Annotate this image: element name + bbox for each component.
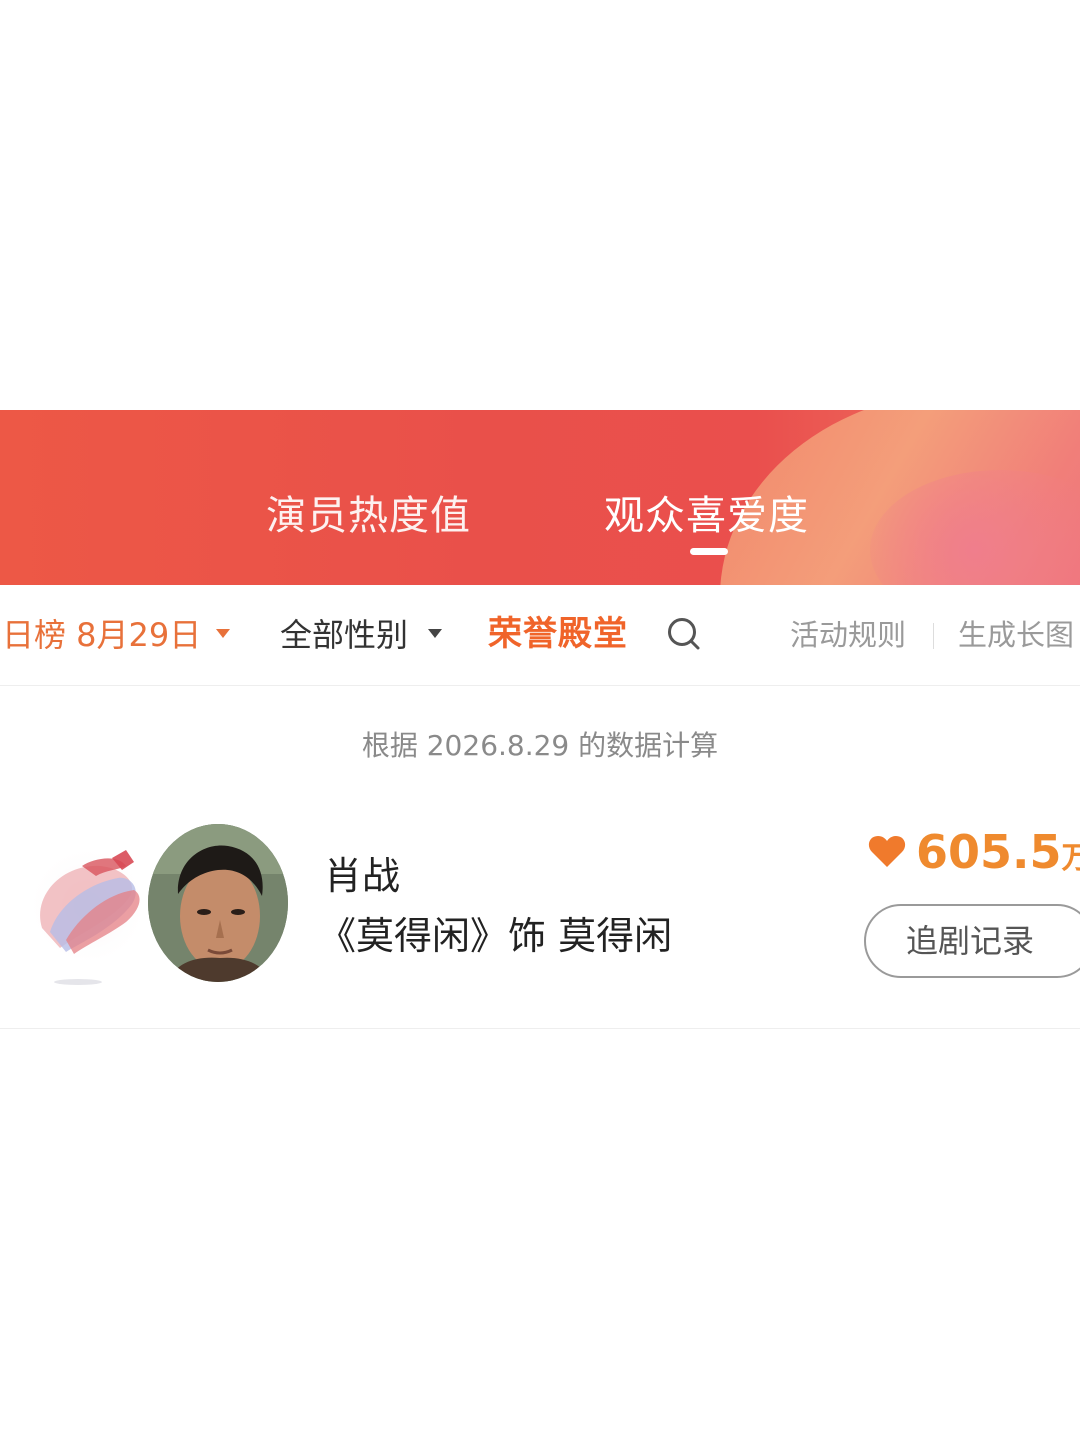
heart-icon [868,836,906,867]
tab-actor-heat[interactable]: 演员热度值 [266,492,471,540]
gender-filter-dropdown[interactable]: 全部性别 [280,613,408,657]
generate-long-image-link[interactable]: 生成长图 [958,615,1074,655]
actor-role: 《莫得闲》饰 莫得闲 [318,914,673,958]
avatar[interactable] [148,824,288,982]
filter-bar: 日榜 8月29日 全部性别 荣誉殿堂 活动规则 生成长图 [0,585,1080,686]
chevron-down-icon [428,629,442,638]
actor-name: 肖战 [324,854,401,898]
divider [933,623,934,649]
actor-portrait [148,824,288,982]
date-filter-dropdown[interactable]: 日榜 8月29日 [2,613,201,657]
watch-record-button[interactable]: 追剧记录 [864,904,1080,978]
data-calculation-note: 根据 2026.8.29 的数据计算 [361,729,719,762]
ranking-list-item[interactable]: 肖战 《莫得闲》饰 莫得闲 605.5万 追剧记录 [0,800,1080,1029]
score-value: 605.5 [916,825,1062,879]
score-unit: 万 [1061,841,1080,876]
search-icon[interactable] [666,616,702,652]
rank-badge-icon [26,844,150,985]
honor-hall-link[interactable]: 荣誉殿堂 [488,611,628,657]
tab-audience-love[interactable]: 观众喜爱度 [604,492,809,540]
activity-rules-link[interactable]: 活动规则 [790,615,906,655]
header-banner: 演员热度值 观众喜爱度 [0,410,1080,585]
chevron-down-icon [216,629,230,638]
popularity-score: 605.5万 [916,824,1080,880]
active-tab-indicator [690,548,728,555]
